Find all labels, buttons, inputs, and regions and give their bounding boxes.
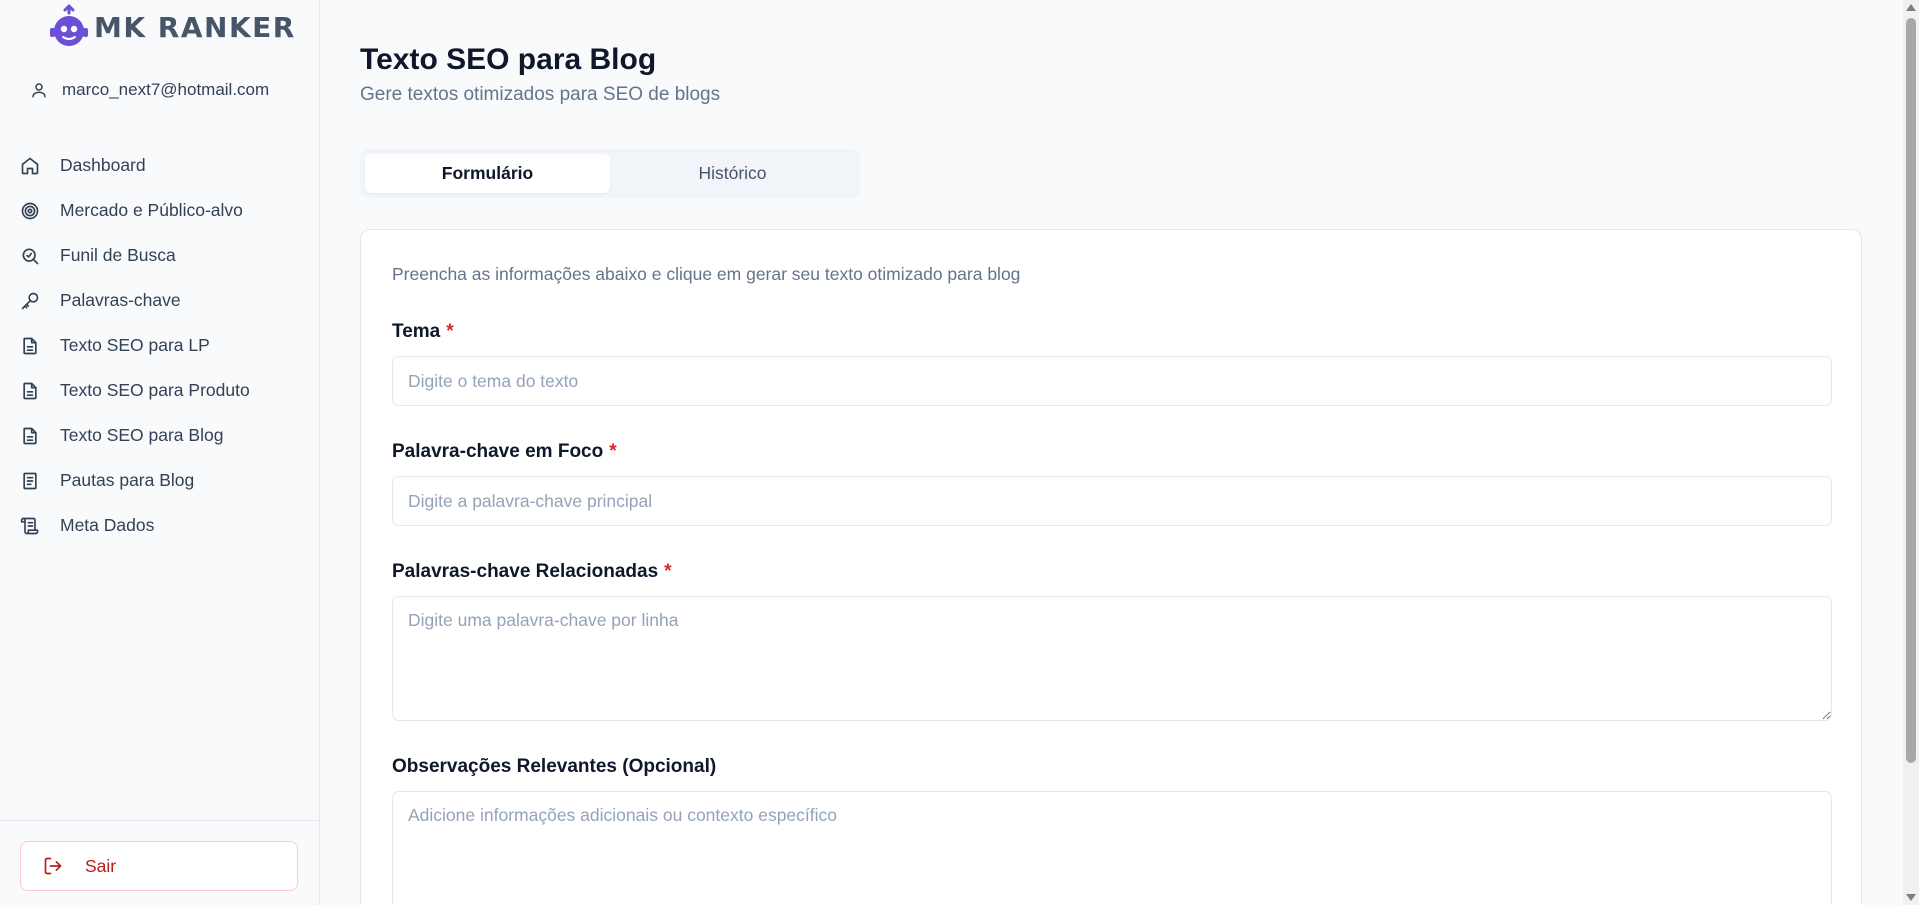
home-icon — [21, 157, 39, 174]
sidebar-item-label: Meta Dados — [60, 515, 155, 535]
page-title: Texto SEO para Blog — [360, 43, 657, 76]
sidebar-item-label: Palavras-chave — [60, 290, 181, 310]
form-card: Preencha as informações abaixo e clique … — [360, 229, 1862, 905]
sidebar-item-label: Mercado e Público-alvo — [60, 200, 243, 220]
sidebar-nav: Dashboard Mercado e Público-alvo Funil d… — [18, 143, 308, 548]
target-icon — [21, 202, 39, 219]
robot-logo-icon — [50, 4, 88, 46]
palavra-chave-label: Palavra-chave em Foco * — [392, 441, 617, 463]
logo[interactable]: MK RANKER — [46, 4, 296, 50]
sidebar-item-texto-lp[interactable]: Texto SEO para LP — [18, 323, 308, 368]
sidebar-item-mercado[interactable]: Mercado e Público-alvo — [18, 188, 308, 233]
logout-icon — [44, 857, 62, 875]
scroll-up-arrow-icon[interactable] — [1906, 4, 1916, 11]
tema-label-text: Tema — [392, 321, 441, 342]
observacoes-label: Observações Relevantes (Opcional) — [392, 756, 716, 778]
scroll-thumb[interactable] — [1906, 18, 1916, 763]
key-icon — [21, 292, 39, 309]
sidebar-item-label: Texto SEO para Produto — [60, 380, 250, 400]
tema-label: Tema * — [392, 321, 454, 343]
scroll-down-arrow-icon[interactable] — [1906, 894, 1916, 901]
observacoes-textarea[interactable] — [392, 791, 1832, 905]
sidebar: MK RANKER marco_next7@hotmail.com Dashbo… — [0, 0, 320, 905]
sidebar-footer: Sair — [0, 820, 320, 891]
user-icon — [32, 83, 46, 98]
file-text-icon — [23, 382, 37, 399]
scroll-icon — [20, 517, 39, 534]
form-intro: Preencha as informações abaixo e clique … — [392, 264, 1021, 284]
tabs: Formulário Histórico — [360, 149, 860, 198]
sidebar-item-pautas[interactable]: Pautas para Blog — [18, 458, 308, 503]
tema-input[interactable] — [392, 356, 1832, 406]
sidebar-item-label: Texto SEO para Blog — [60, 425, 224, 445]
palavra-chave-input[interactable] — [392, 476, 1832, 526]
user-email: marco_next7@hotmail.com — [62, 80, 270, 99]
page-scrollbar[interactable] — [1903, 0, 1919, 905]
tab-formulario[interactable]: Formulário — [365, 154, 610, 193]
required-mark: * — [446, 321, 454, 342]
sidebar-item-label: Texto SEO para LP — [60, 335, 210, 355]
sidebar-item-texto-blog[interactable]: Texto SEO para Blog — [18, 413, 308, 458]
sidebar-item-texto-produto[interactable]: Texto SEO para Produto — [18, 368, 308, 413]
logout-button[interactable]: Sair — [20, 841, 298, 891]
sidebar-item-label: Pautas para Blog — [60, 470, 195, 490]
notebook-icon — [23, 472, 37, 489]
user-account: marco_next7@hotmail.com — [30, 80, 269, 100]
page-subtitle: Gere textos otimizados para SEO de blogs — [360, 84, 721, 105]
sidebar-item-meta-dados[interactable]: Meta Dados — [18, 503, 308, 548]
search-icon — [22, 248, 39, 264]
sidebar-item-dashboard[interactable]: Dashboard — [18, 143, 308, 188]
logo-text: MK RANKER — [94, 10, 296, 44]
required-mark: * — [609, 441, 617, 462]
tab-historico[interactable]: Histórico — [610, 154, 855, 193]
palavra-chave-label-text: Palavra-chave em Foco — [392, 441, 604, 462]
file-text-icon — [23, 337, 37, 354]
relacionadas-label-text: Palavras-chave Relacionadas — [392, 561, 659, 582]
required-mark: * — [664, 561, 672, 582]
sidebar-item-label: Funil de Busca — [60, 245, 176, 265]
logout-label: Sair — [85, 855, 117, 876]
sidebar-item-funil[interactable]: Funil de Busca — [18, 233, 308, 278]
relacionadas-label: Palavras-chave Relacionadas * — [392, 561, 672, 583]
relacionadas-textarea[interactable] — [392, 596, 1832, 721]
sidebar-item-label: Dashboard — [60, 155, 146, 175]
observacoes-label-text: Observações Relevantes (Opcional) — [392, 756, 717, 777]
sidebar-item-palavras-chave[interactable]: Palavras-chave — [18, 278, 308, 323]
file-text-icon — [23, 427, 37, 444]
